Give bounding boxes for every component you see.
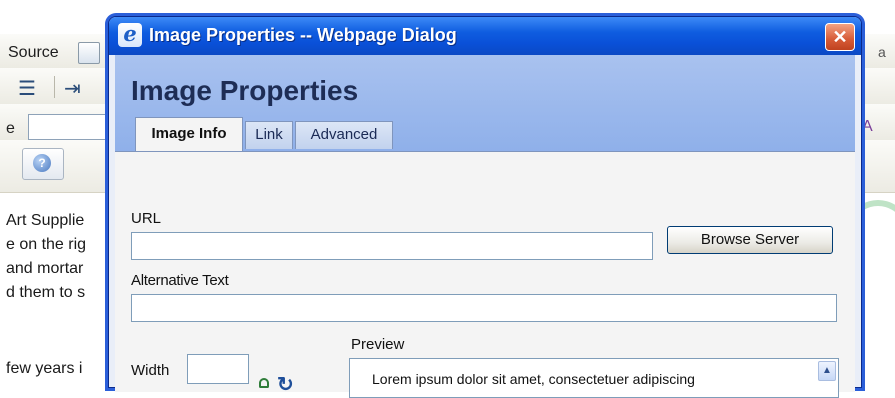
width-label: Width: [131, 362, 170, 379]
editor-text-line: d them to s: [6, 284, 86, 301]
format-icon[interactable]: a: [878, 44, 886, 60]
width-input[interactable]: [187, 354, 249, 384]
preview-label: Preview: [351, 336, 405, 353]
tab-advanced[interactable]: Advanced: [295, 121, 393, 149]
editor-text-line: e on the rig: [6, 236, 87, 253]
close-button[interactable]: ✕: [825, 23, 855, 51]
dialog-title: Image Properties -- Webpage Dialog: [149, 25, 457, 45]
editor-text-line: Art Supplie: [6, 212, 85, 229]
help-button[interactable]: ?: [22, 148, 64, 180]
style-field-label: e: [6, 120, 15, 137]
preview-text: Lorem ipsum dolor sit amet, consectetuer…: [372, 371, 695, 387]
tab-link[interactable]: Link: [245, 121, 293, 149]
alternative-text-input[interactable]: [131, 294, 837, 322]
reset-size-icon[interactable]: ↻: [277, 372, 294, 397]
browse-server-button[interactable]: Browse Server: [667, 226, 833, 254]
url-input[interactable]: [131, 232, 653, 260]
tab-image-info[interactable]: Image Info: [135, 117, 243, 151]
dialog-titlebar[interactable]: e Image Properties -- Webpage Dialog ✕: [109, 17, 861, 55]
ie-icon: e: [118, 23, 142, 47]
preview-box[interactable]: Lorem ipsum dolor sit amet, consectetuer…: [349, 358, 839, 398]
scroll-up-icon[interactable]: ▲: [818, 361, 836, 381]
editor-text-line: and mortar: [6, 260, 84, 277]
text-color-icon[interactable]: A: [862, 118, 873, 136]
style-field-input[interactable]: [28, 114, 116, 140]
source-button[interactable]: Source: [8, 44, 59, 62]
toolbar-separator: [54, 76, 55, 98]
bulleted-list-icon[interactable]: ☰: [18, 76, 36, 101]
lock-icon[interactable]: [259, 378, 269, 388]
help-icon: ?: [33, 154, 51, 172]
source-icon[interactable]: [78, 42, 100, 64]
alternative-text-label: Alternative Text: [131, 272, 229, 289]
url-label: URL: [131, 210, 162, 227]
dialog-body: URL Browse Server Alternative Text Previ…: [115, 151, 855, 398]
editor-text-line: few years i: [6, 360, 83, 377]
dialog-heading: Image Properties: [131, 75, 359, 106]
image-properties-dialog: e Image Properties -- Webpage Dialog ✕ I…: [108, 16, 862, 398]
dialog-header: Image Properties Image Info Link Advance…: [115, 55, 855, 151]
indent-icon[interactable]: ⇥: [64, 76, 81, 101]
